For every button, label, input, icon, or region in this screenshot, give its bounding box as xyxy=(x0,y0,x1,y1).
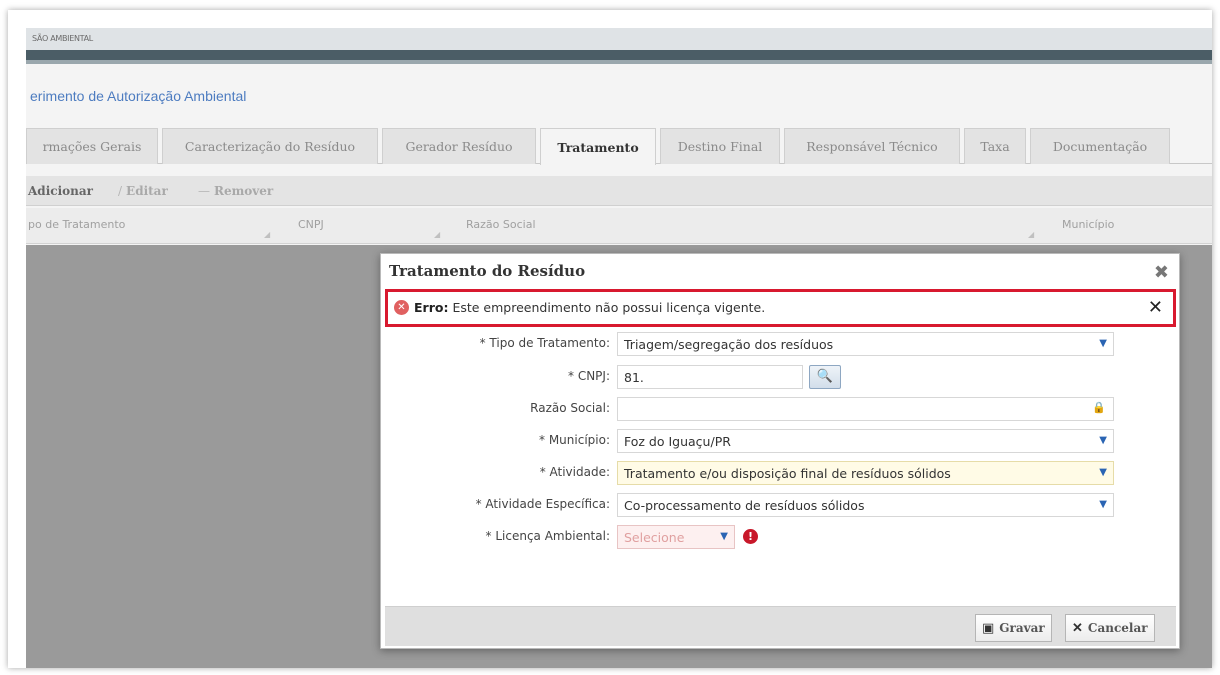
atividade-row: * Atividade: Tratamento e/ou disposição … xyxy=(385,461,1176,485)
remove-label: Remover xyxy=(214,184,274,198)
save-icon: ▣ xyxy=(982,620,995,636)
add-button[interactable]: Adicionar xyxy=(28,184,93,198)
licenca-label: * Licença Ambiental: xyxy=(485,529,610,543)
dropdown-arrow-icon[interactable]: ▼ xyxy=(1099,499,1107,510)
licenca-row: * Licença Ambiental: Selecione ▼ ! xyxy=(385,525,1176,549)
search-icon: 🔍 xyxy=(816,369,834,384)
tab-tratamento[interactable]: Tratamento xyxy=(540,128,656,165)
top-strip: SÃO AMBIENTAL xyxy=(26,28,1212,50)
municipio-value: Foz do Iguaçu/PR xyxy=(624,434,731,449)
page-title: erimento de Autorização Ambiental xyxy=(30,88,247,104)
razao-social-label: Razão Social: xyxy=(530,401,610,415)
dialog-close-icon[interactable]: ✖ xyxy=(1154,262,1169,283)
razao-social-row: Razão Social: 🔒 xyxy=(385,397,1176,421)
tratamento-dialog: Tratamento do Resíduo ✖ ✕ Erro: Este emp… xyxy=(380,253,1180,649)
licenca-select[interactable]: Selecione ▼ xyxy=(617,525,735,549)
pencil-icon: / xyxy=(118,184,123,198)
screenshot-frame: SÃO AMBIENTAL erimento de Autorização Am… xyxy=(8,10,1212,668)
tab-caracterizacao-residuo[interactable]: Caracterização do Resíduo xyxy=(162,128,378,164)
edit-label: Editar xyxy=(126,184,168,198)
tab-label: Tratamento xyxy=(557,139,639,155)
tab-label: Documentação xyxy=(1052,139,1148,154)
error-text: Erro: Este empreendimento não possui lic… xyxy=(414,300,765,315)
form-area: * Tipo de Tratamento: Triagem/segregação… xyxy=(385,330,1176,606)
municipio-label: * Município: xyxy=(539,433,610,447)
dialog-title: Tratamento do Resíduo xyxy=(389,262,586,280)
atividade-select[interactable]: Tratamento e/ou disposição final de resí… xyxy=(617,461,1114,485)
tab-label: Destino Final xyxy=(677,139,763,154)
save-button[interactable]: ▣ Gravar xyxy=(975,614,1052,642)
atividade-especifica-select[interactable]: Co-processamento de resíduos sólidos ▼ xyxy=(617,493,1114,517)
save-label: Gravar xyxy=(999,621,1045,635)
dropdown-arrow-icon[interactable]: ▼ xyxy=(720,531,728,542)
column-header[interactable]: Razão Social xyxy=(466,218,536,231)
grid-toolbar: Adicionar / Editar — Remover xyxy=(26,176,1212,206)
error-message: Este empreendimento não possui licença v… xyxy=(452,300,766,315)
licenca-value: Selecione xyxy=(624,530,685,545)
column-resize-handle[interactable]: ◢ xyxy=(434,230,440,239)
error-icon: ✕ xyxy=(394,300,409,315)
tab-label: Gerador Resíduo xyxy=(405,139,513,154)
cancel-icon: ✕ xyxy=(1072,620,1083,636)
cnpj-input[interactable]: 81. xyxy=(617,365,803,389)
tipo-tratamento-row: * Tipo de Tratamento: Triagem/segregação… xyxy=(385,332,1176,356)
atividade-especifica-value: Co-processamento de resíduos sólidos xyxy=(624,498,865,513)
error-message-bar: ✕ Erro: Este empreendimento não possui l… xyxy=(385,289,1176,327)
column-resize-handle[interactable]: ◢ xyxy=(1028,230,1034,239)
atividade-label: * Atividade: xyxy=(539,465,610,479)
cnpj-value: 81. xyxy=(624,370,644,385)
cnpj-row: * CNPJ: 81. 🔍 xyxy=(385,365,1176,389)
razao-social-input: 🔒 xyxy=(617,397,1114,421)
atividade-value: Tratamento e/ou disposição final de resí… xyxy=(624,466,951,481)
dropdown-arrow-icon[interactable]: ▼ xyxy=(1099,435,1107,446)
dropdown-arrow-icon[interactable]: ▼ xyxy=(1099,467,1107,478)
dropdown-arrow-icon[interactable]: ▼ xyxy=(1099,338,1107,349)
cnpj-search-button[interactable]: 🔍 xyxy=(809,365,841,389)
municipio-select[interactable]: Foz do Iguaçu/PR ▼ xyxy=(617,429,1114,453)
brand-text: SÃO AMBIENTAL xyxy=(32,34,93,43)
column-header[interactable]: CNPJ xyxy=(298,218,324,231)
column-resize-handle[interactable]: ◢ xyxy=(264,230,270,239)
tab-destino-final[interactable]: Destino Final xyxy=(660,128,780,164)
tipo-tratamento-value: Triagem/segregação dos resíduos xyxy=(624,337,834,352)
column-header[interactable]: Município xyxy=(1062,218,1114,231)
tab-label: rmações Gerais xyxy=(42,139,142,154)
lock-icon: 🔒 xyxy=(1092,401,1106,414)
tab-bar: rmações Gerais Caracterização do Resíduo… xyxy=(26,128,1212,165)
validation-error-icon: ! xyxy=(743,529,758,544)
tab-label: Caracterização do Resíduo xyxy=(184,139,356,154)
add-label: Adicionar xyxy=(28,184,93,198)
error-close-icon[interactable]: ✕ xyxy=(1148,297,1163,318)
atividade-especifica-row: * Atividade Específica: Co-processamento… xyxy=(385,493,1176,517)
cnpj-label: * CNPJ: xyxy=(568,369,610,383)
tab-taxa[interactable]: Taxa xyxy=(964,128,1026,164)
cancel-button[interactable]: ✕ Cancelar xyxy=(1065,614,1155,642)
grid-header: po de Tratamento ◢ CNPJ ◢ Razão Social ◢… xyxy=(26,208,1212,244)
tab-gerador-residuo[interactable]: Gerador Resíduo xyxy=(382,128,536,164)
municipio-row: * Município: Foz do Iguaçu/PR ▼ xyxy=(385,429,1176,453)
remove-button[interactable]: — Remover xyxy=(198,184,273,198)
column-header[interactable]: po de Tratamento xyxy=(28,218,125,231)
minus-icon: — xyxy=(198,184,210,198)
error-prefix: Erro: xyxy=(414,300,449,315)
tipo-tratamento-label: * Tipo de Tratamento: xyxy=(479,336,610,350)
tab-documentacao[interactable]: Documentação xyxy=(1030,128,1170,164)
tab-informacoes-gerais[interactable]: rmações Gerais xyxy=(26,128,158,164)
tab-responsavel-tecnico[interactable]: Responsável Técnico xyxy=(784,128,960,164)
atividade-especifica-label: * Atividade Específica: xyxy=(475,497,610,511)
header-bar xyxy=(26,50,1212,60)
header-bar-accent xyxy=(26,60,1212,64)
tab-label: Responsável Técnico xyxy=(806,139,938,154)
edit-button[interactable]: / Editar xyxy=(118,184,168,198)
cancel-label: Cancelar xyxy=(1087,621,1148,635)
tipo-tratamento-select[interactable]: Triagem/segregação dos resíduos ▼ xyxy=(617,332,1114,356)
dialog-footer: ▣ Gravar ✕ Cancelar xyxy=(385,606,1176,646)
tab-label: Taxa xyxy=(980,139,1010,154)
